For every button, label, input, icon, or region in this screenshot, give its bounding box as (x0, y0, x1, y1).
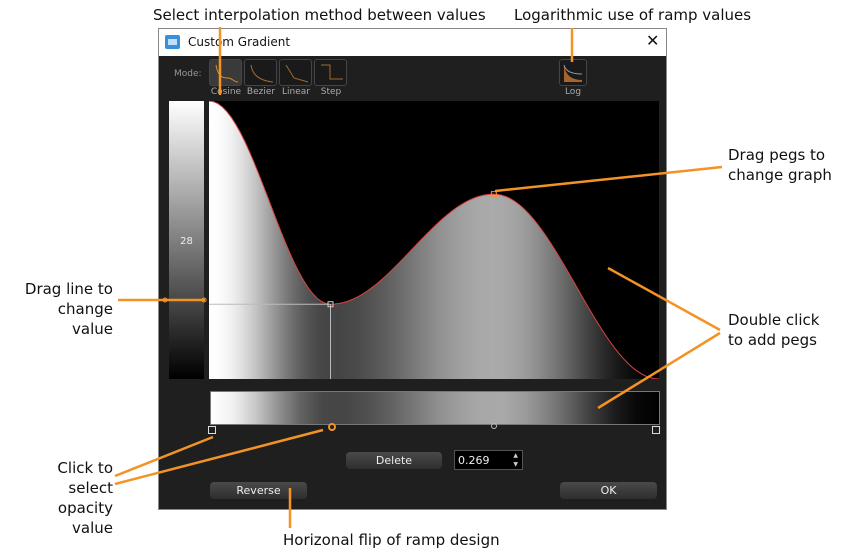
window-title: Custom Gradient (188, 35, 291, 49)
annotation-log: Logarithmic use of ramp values (514, 6, 752, 24)
mode-linear-button[interactable] (279, 59, 312, 86)
mode-bezier-button[interactable] (244, 59, 277, 86)
annotation-click-select: Click to select opacity value (57, 459, 113, 537)
ok-button[interactable]: OK (560, 482, 657, 499)
mode-label: Mode: (174, 69, 202, 79)
mode-step-button[interactable] (314, 59, 347, 86)
annotation-interpolation: Select interpolation method between valu… (153, 6, 486, 24)
delete-button[interactable]: Delete (346, 452, 442, 469)
value-bar-value: 28 (180, 236, 193, 247)
mode-cosine-button[interactable] (209, 59, 242, 86)
custom-gradient-window: Custom Gradient ✕ Mode: Cosine Bezier Li… (158, 28, 667, 510)
value-input[interactable]: 0.269 (458, 454, 490, 467)
gradient-peg[interactable] (327, 423, 336, 431)
mode-cosine-label: Cosine (210, 87, 242, 97)
reverse-button[interactable]: Reverse (210, 482, 307, 499)
curve-graph[interactable] (209, 101, 659, 379)
gradient-strip[interactable] (210, 391, 660, 425)
gradient-peg[interactable] (652, 426, 660, 434)
title-bar: Custom Gradient ✕ (159, 29, 666, 56)
annotation-drag-pegs: Drag pegs to change graph (728, 146, 832, 184)
value-spinner[interactable]: 0.269 ▲ ▼ (454, 450, 523, 470)
log-button[interactable] (559, 59, 587, 86)
annotation-flip: Horizonal flip of ramp design (283, 531, 500, 549)
annotation-double-click: Double click to add pegs (728, 311, 820, 349)
mode-step-label: Step (320, 87, 342, 97)
mode-linear-label: Linear (282, 87, 310, 97)
value-bar[interactable]: 28 (169, 101, 204, 379)
mode-bezier-label: Bezier (246, 87, 276, 97)
gradient-peg[interactable] (208, 426, 216, 434)
app-icon (165, 35, 180, 49)
annotation-drag-line: Drag line to change value (24, 280, 113, 338)
gradient-peg[interactable] (490, 423, 497, 429)
close-icon[interactable]: ✕ (646, 31, 659, 50)
spinner-arrows-icon[interactable]: ▲ ▼ (513, 451, 518, 469)
log-label: Log (564, 87, 582, 97)
